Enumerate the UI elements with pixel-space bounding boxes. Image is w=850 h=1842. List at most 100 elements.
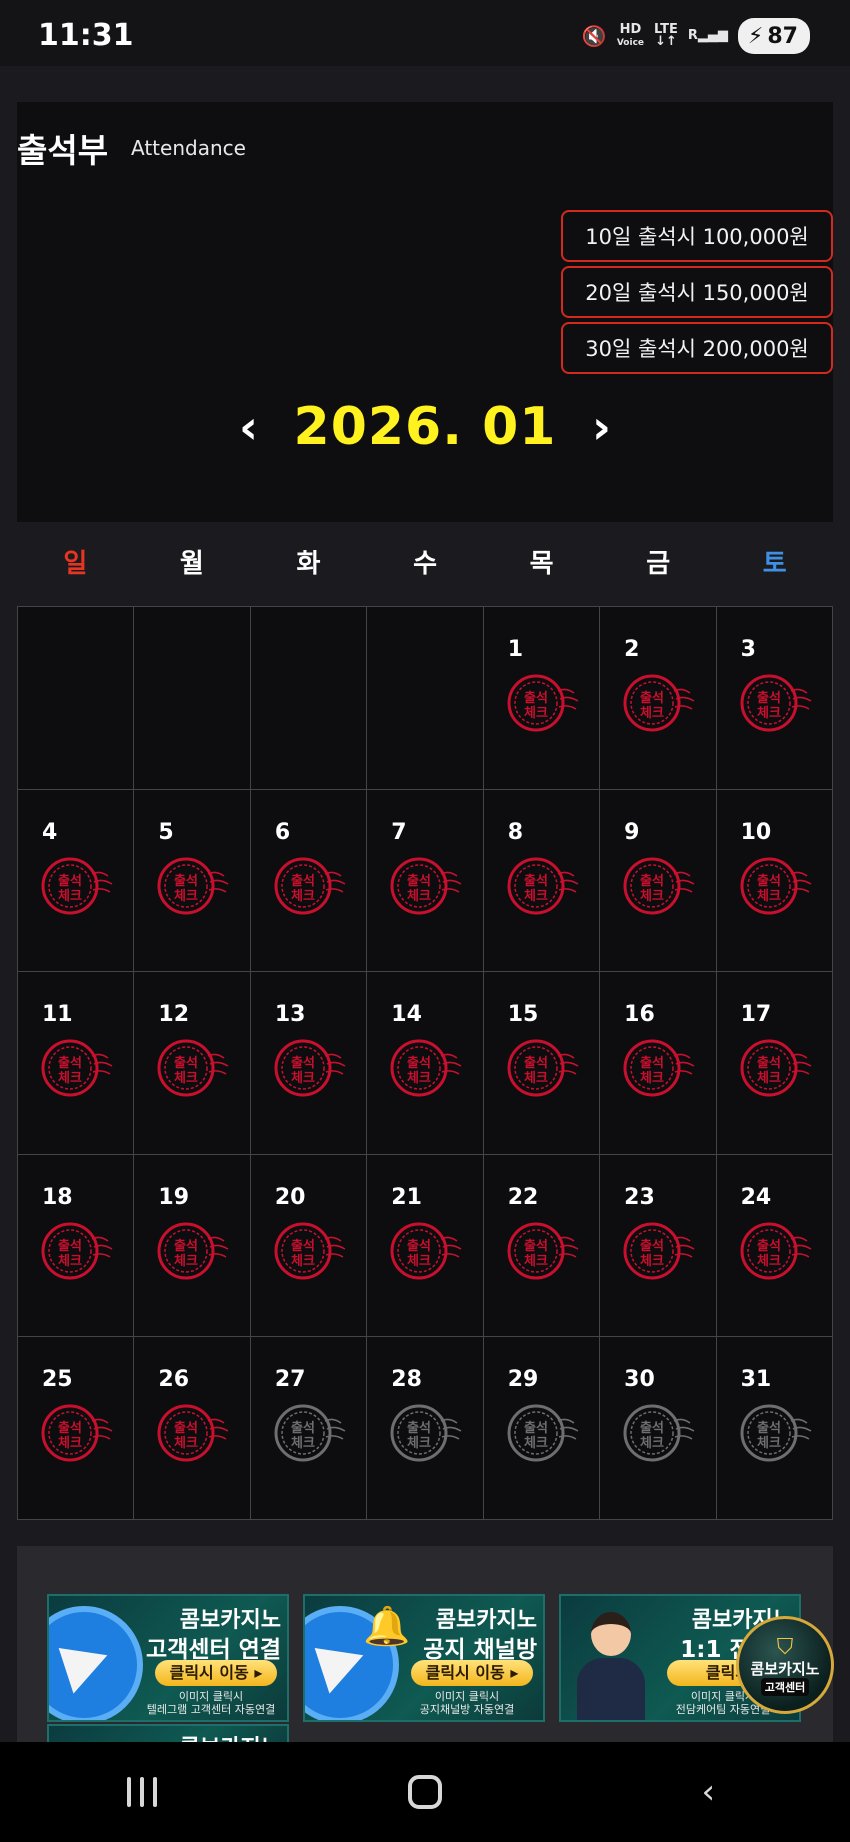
calendar-day-1[interactable]: 1 출석 체크 — [483, 607, 601, 790]
day-number: 23 — [624, 1184, 655, 1210]
calendar-day-17[interactable]: 17 출석 체크 — [716, 972, 833, 1155]
attendance-stamp-checked-icon: 출석 체크 — [273, 1036, 347, 1100]
attendance-stamp-checked-icon: 출석 체크 — [40, 1401, 114, 1465]
attendance-stamp-checked-icon: 출석 체크 — [273, 1219, 347, 1283]
calendar-day-23[interactable]: 23 출석 체크 — [600, 1154, 717, 1338]
prev-month-button[interactable]: ‹ — [234, 400, 264, 454]
svg-text:출석: 출석 — [174, 1055, 198, 1071]
day-number: 27 — [274, 1367, 306, 1393]
calendar-day-21[interactable]: 21 출석 체크 — [367, 1154, 484, 1338]
calendar-empty-cell — [134, 607, 251, 790]
svg-text:출석: 출석 — [524, 1420, 548, 1436]
svg-text:출석: 출석 — [640, 873, 664, 889]
svg-text:체크: 체크 — [524, 1254, 548, 1269]
telegram-icon — [49, 1606, 143, 1720]
month-navigation: ‹ 2026. 01 › — [17, 392, 833, 462]
svg-text:체크: 체크 — [407, 1254, 431, 1269]
day-number: 12 — [158, 1002, 190, 1028]
battery-indicator: ⚡ 87 — [737, 18, 810, 54]
calendar-day-27[interactable]: 27 출석 체크 — [250, 1337, 368, 1520]
svg-text:출석: 출석 — [407, 1055, 431, 1071]
reward-20-days: 20일 출석시 150,000원 — [561, 266, 833, 318]
calendar-day-15[interactable]: 15 출석 체크 — [483, 972, 601, 1155]
calendar-day-13[interactable]: 13 출석 체크 — [250, 972, 368, 1155]
svg-text:출석: 출석 — [640, 690, 664, 706]
svg-text:체크: 체크 — [640, 706, 664, 721]
banner-note: 이미지 클릭시 공지채널방 자동연결 — [419, 1690, 515, 1716]
calendar-day-5[interactable]: 5 출석 체크 — [134, 789, 251, 973]
svg-text:체크: 체크 — [757, 1436, 781, 1451]
weekday-thu: 목 — [529, 549, 554, 579]
day-number: 13 — [274, 1002, 306, 1028]
weekday-fri: 금 — [646, 549, 671, 579]
svg-text:체크: 체크 — [757, 1071, 781, 1086]
home-button[interactable] — [385, 1762, 465, 1822]
svg-text:체크: 체크 — [174, 1071, 198, 1086]
banner-customer-center[interactable]: 콤보카지노 고객센터 연결 클릭시 이동 ▸ 이미지 클릭시 텔레그램 고객센터 … — [47, 1594, 289, 1722]
svg-text:출석: 출석 — [524, 1238, 548, 1254]
calendar-day-19[interactable]: 19 출석 체크 — [134, 1154, 251, 1338]
attendance-stamp-unchecked-icon: 출석 체크 — [389, 1401, 463, 1465]
calendar-day-14[interactable]: 14 출석 체크 — [367, 972, 484, 1155]
floating-customer-center-button[interactable]: ⛉ 콤보카지노 고객센터 — [736, 1616, 834, 1714]
calendar-day-4[interactable]: 4 출석 체크 — [18, 789, 135, 973]
day-number: 3 — [740, 637, 756, 662]
signal-icon: R▂▄▆ — [687, 28, 728, 43]
calendar-day-9[interactable]: 9 출석 체크 — [600, 789, 717, 973]
svg-text:출석: 출석 — [407, 873, 431, 889]
recent-apps-button[interactable] — [102, 1762, 182, 1822]
calendar-day-25[interactable]: 25 출석 체크 — [18, 1337, 135, 1520]
calendar-day-20[interactable]: 20 출석 체크 — [250, 1154, 368, 1338]
day-number: 6 — [274, 819, 291, 845]
weekday-tue: 화 — [296, 549, 321, 579]
banner-cta[interactable]: 클릭시 이동 ▸ — [411, 1660, 533, 1686]
banner-section: 콤보카지노 고객센터 연결 클릭시 이동 ▸ 이미지 클릭시 텔레그램 고객센터 … — [17, 1546, 833, 1742]
svg-text:체크: 체크 — [640, 889, 664, 904]
day-number: 17 — [740, 1002, 772, 1028]
calendar-day-3[interactable]: 3 출석 체크 — [716, 607, 833, 790]
svg-text:체크: 체크 — [58, 1436, 82, 1451]
calendar-day-29[interactable]: 29 출석 체크 — [483, 1337, 601, 1520]
calendar-day-18[interactable]: 18 출석 체크 — [18, 1154, 135, 1338]
mute-icon: 🔇 — [581, 24, 607, 48]
calendar-day-16[interactable]: 16 출석 체크 — [600, 972, 717, 1155]
status-icons: 🔇 HD Voice LTE ↓↑ R▂▄▆ ⚡ 87 — [582, 18, 810, 54]
calendar-day-31[interactable]: 31 출석 체크 — [716, 1337, 833, 1520]
calendar-day-22[interactable]: 22 출석 체크 — [483, 1154, 601, 1338]
home-icon — [407, 1775, 442, 1809]
status-bar: 11:31 🔇 HD Voice LTE ↓↑ R▂▄▆ ⚡ 87 — [0, 0, 850, 66]
charging-icon: ⚡ — [747, 23, 764, 49]
calendar-day-11[interactable]: 11 출석 체크 — [18, 972, 135, 1155]
calendar-day-26[interactable]: 26 출석 체크 — [134, 1337, 251, 1520]
svg-text:출석: 출석 — [174, 1238, 198, 1254]
svg-text:출석: 출석 — [407, 1238, 431, 1254]
svg-text:출석: 출석 — [757, 1420, 781, 1436]
calendar-day-10[interactable]: 10 출석 체크 — [716, 789, 833, 973]
day-number: 24 — [740, 1184, 772, 1210]
next-month-button[interactable]: › — [586, 400, 616, 454]
day-number: 2 — [624, 637, 640, 662]
svg-text:출석: 출석 — [640, 1420, 664, 1436]
reward-30-days: 30일 출석시 200,000원 — [561, 322, 833, 374]
calendar-day-7[interactable]: 7 출석 체크 — [367, 789, 484, 973]
svg-text:체크: 체크 — [524, 889, 548, 904]
day-number: 19 — [158, 1184, 190, 1210]
calendar-day-30[interactable]: 30 출석 체크 — [600, 1337, 717, 1520]
banner-cta[interactable]: 클릭시 이동 ▸ — [155, 1660, 277, 1686]
svg-text:출석: 출석 — [640, 1238, 664, 1254]
calendar-day-8[interactable]: 8 출석 체크 — [483, 789, 601, 973]
banner-partial[interactable]: 콤보카지노 — [47, 1724, 289, 1742]
banner-notice-channel[interactable]: 🔔 콤보카지노 공지 채널방 클릭시 이동 ▸ 이미지 클릭시 공지채널방 자동연… — [303, 1594, 545, 1722]
svg-text:체크: 체크 — [524, 1436, 548, 1451]
calendar-day-12[interactable]: 12 출석 체크 — [134, 972, 251, 1155]
svg-text:출석: 출석 — [58, 1238, 82, 1254]
page-subtitle: Attendance — [131, 136, 246, 160]
calendar-day-28[interactable]: 28 출석 체크 — [367, 1337, 484, 1520]
svg-text:출석: 출석 — [757, 690, 781, 706]
calendar-day-2[interactable]: 2 출석 체크 — [600, 607, 717, 790]
attendance-stamp-checked-icon: 출석 체크 — [506, 854, 580, 918]
recents-icon — [126, 1777, 157, 1807]
calendar-day-24[interactable]: 24 출석 체크 — [716, 1154, 833, 1338]
back-button[interactable]: ‹ — [668, 1762, 748, 1822]
calendar-day-6[interactable]: 6 출석 체크 — [250, 789, 368, 973]
